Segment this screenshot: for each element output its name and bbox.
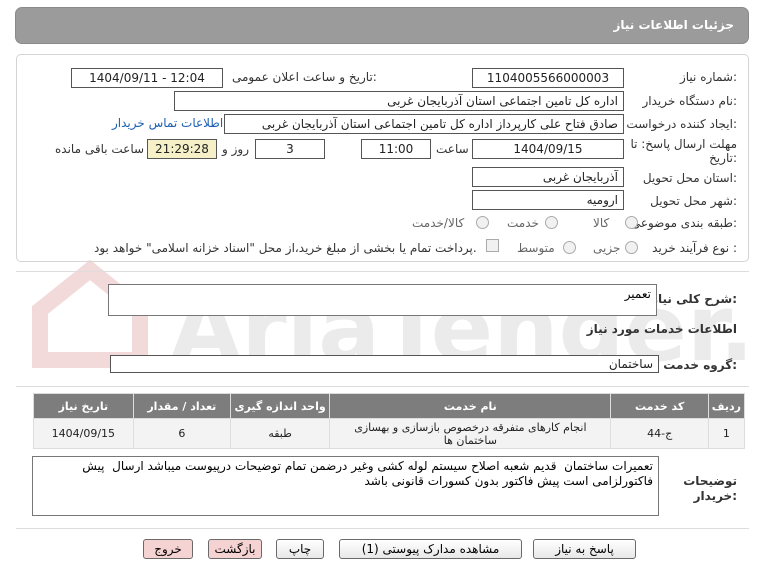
cell-row-number: 1 — [707, 418, 746, 449]
reply-button[interactable]: پاسخ به نیاز — [533, 539, 636, 559]
cell-quantity: 6 — [132, 418, 231, 449]
service-group-label: گروه خدمت: — [663, 358, 737, 372]
deadline-time-field: 11:00 — [361, 139, 431, 159]
view-attachments-button[interactable]: مشاهده مدارک پیوستی (1) — [339, 539, 522, 559]
back-button[interactable]: بازگشت — [208, 539, 262, 559]
exit-button[interactable]: خروج — [143, 539, 193, 559]
province-label: استان محل تحویل: — [642, 171, 737, 185]
page-title: جزئیات اطلاعات نیاز — [613, 18, 734, 32]
table-header-row: ردیف کد خدمت نام خدمت واحد اندازه گیری ت… — [33, 393, 746, 419]
buyer-notes-label-2: خریدار: — [693, 489, 737, 503]
remaining-label: ساعت باقی مانده — [55, 142, 145, 156]
column-header-unit: واحد اندازه گیری — [229, 393, 331, 419]
need-number-field: 1104005566000003 — [472, 68, 624, 88]
treasury-payment-note: پرداخت تمام یا بخشی از مبلغ خرید،از محل … — [94, 241, 477, 255]
column-header-quantity: تعداد / مقدار — [132, 393, 231, 419]
category-radio-service[interactable] — [545, 216, 558, 229]
treasury-payment-checkbox[interactable] — [486, 239, 499, 252]
divider — [16, 271, 749, 272]
summary-textarea[interactable]: تعمیر — [108, 284, 657, 316]
buyer-org-label: نام دستگاه خریدار: — [642, 94, 738, 108]
process-option-medium: متوسط — [517, 241, 555, 255]
process-radio-minor[interactable] — [625, 241, 638, 254]
buyer-contact-link[interactable]: اطلاعات تماس خریدار — [112, 116, 223, 130]
table-row: 1 ج-44 انجام کارهای متفرقه درخصوص بازساز… — [33, 418, 746, 449]
services-section-title: اطلاعات خدمات مورد نیاز — [586, 322, 737, 336]
requester-label: ایجاد کننده درخواست: — [626, 117, 737, 131]
buyer-org-field: اداره کل تامین اجتماعی استان آذربایجان غ… — [174, 91, 624, 111]
category-radio-goods[interactable] — [625, 216, 638, 229]
deadline-date-label: تاریخ: — [709, 151, 737, 165]
time-label: ساعت — [436, 142, 469, 156]
column-header-row-number: ردیف — [707, 393, 746, 419]
deadline-label: مهلت ارسال پاسخ: تا — [630, 137, 737, 151]
services-table: ردیف کد خدمت نام خدمت واحد اندازه گیری ت… — [33, 393, 746, 449]
page: AriaTender.neT جزئیات اطلاعات نیاز شماره… — [0, 0, 761, 574]
category-option-service: خدمت — [507, 216, 539, 230]
column-header-service-name: نام خدمت — [329, 393, 612, 419]
column-header-need-date: تاریخ نیاز — [33, 393, 134, 419]
process-label: نوع فرآیند خرید : — [652, 241, 737, 255]
category-option-goods-service: کالا/خدمت — [412, 216, 465, 230]
requester-field: صادق فتاح علی کارپرداز اداره کل تامین اج… — [224, 114, 624, 134]
announce-label: تاریخ و ساعت اعلان عمومی: — [232, 70, 377, 84]
divider — [16, 386, 749, 387]
days-remaining-field: 3 — [255, 139, 325, 159]
summary-label: شرح کلی نیاز: — [651, 292, 737, 306]
buyer-notes-textarea[interactable]: تعمیرات ساختمان قدیم شعبه اصلاح سیستم لو… — [32, 456, 659, 516]
need-number-label: شماره نیاز: — [679, 70, 737, 84]
service-group-field: ساختمان — [110, 355, 659, 373]
process-radio-medium[interactable] — [563, 241, 576, 254]
title-bar: جزئیات اطلاعات نیاز — [15, 7, 749, 44]
city-label: شهر محل تحویل: — [650, 194, 737, 208]
cell-service-code: ج-44 — [610, 418, 709, 449]
category-label: طبقه بندی موضوعی: — [630, 216, 737, 230]
cell-unit: طبقه — [229, 418, 331, 449]
remaining-time-field: 21:29:28 — [147, 139, 217, 159]
days-label: روز و — [222, 142, 249, 156]
divider — [16, 528, 749, 529]
category-radio-goods-service[interactable] — [476, 216, 489, 229]
province-field: آذربایجان غربی — [472, 167, 624, 187]
column-header-service-code: کد خدمت — [610, 393, 709, 419]
deadline-date-field: 1404/09/15 — [472, 139, 624, 159]
process-option-minor: جزیی — [593, 241, 621, 255]
buyer-notes-label: توضیحات — [683, 474, 737, 488]
print-button[interactable]: چاپ — [276, 539, 324, 559]
cell-need-date: 1404/09/15 — [33, 418, 134, 449]
category-option-goods: کالا — [593, 216, 610, 230]
cell-service-name: انجام کارهای متفرقه درخصوص بازسازی و بهس… — [329, 418, 612, 449]
city-field: ارومیه — [472, 190, 624, 210]
announce-datetime-field: 1404/09/11 - 12:04 — [71, 68, 223, 88]
